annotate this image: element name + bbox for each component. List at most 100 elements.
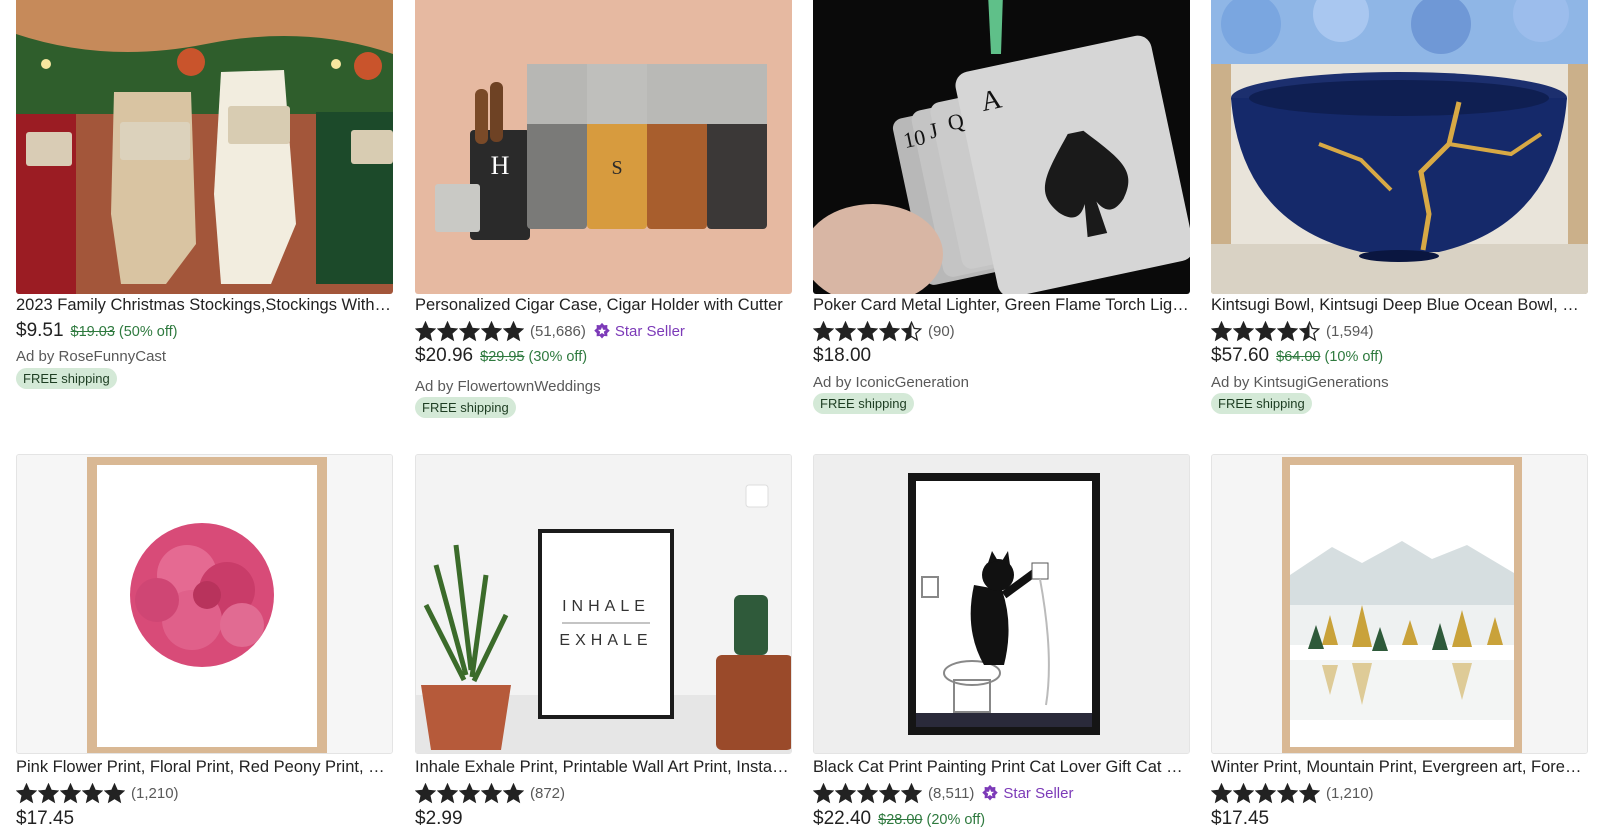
black-cat-print-image xyxy=(814,455,1189,753)
star-half-icon xyxy=(1299,320,1320,341)
star-seller-badge: Star Seller xyxy=(593,322,685,340)
rating-row: (90) xyxy=(813,320,955,342)
star-seller-icon xyxy=(594,322,610,339)
discount-percent: (50% off) xyxy=(118,324,178,340)
star-seller-label: Star Seller xyxy=(1003,784,1074,802)
price-row: $57.60 $64.00 (10% off) xyxy=(1211,345,1383,367)
product-image[interactable]: INHALE EXHALE xyxy=(415,454,792,754)
star-full-icon xyxy=(459,782,480,803)
product-title[interactable]: Poker Card Metal Lighter, Green Flame To… xyxy=(813,296,1190,315)
sale-price: $18.00 xyxy=(813,345,872,366)
svg-text:S: S xyxy=(611,157,622,179)
svg-text:H: H xyxy=(491,151,510,180)
star-full-icon xyxy=(901,782,922,803)
sale-price: $57.60 xyxy=(1211,345,1270,366)
review-count: (1,210) xyxy=(1326,784,1374,802)
ad-by-shop[interactable]: Ad by IconicGeneration xyxy=(813,374,969,391)
ad-by-shop[interactable]: Ad by FlowertownWeddings xyxy=(415,378,601,395)
review-count: (8,511) xyxy=(928,784,975,802)
review-count: (90) xyxy=(928,322,955,340)
kintsugi-bowl-image xyxy=(1211,0,1588,294)
star-full-icon xyxy=(459,320,480,341)
star-seller-icon xyxy=(982,784,999,801)
ad-by-shop[interactable]: Ad by KintsugiGenerations xyxy=(1211,374,1389,391)
product-title[interactable]: Winter Print, Mountain Print, Evergreen … xyxy=(1211,758,1588,777)
print-text-inhale: INHALE xyxy=(562,598,650,615)
star-seller-badge: Star Seller xyxy=(981,784,1073,802)
free-shipping-badge: FREE shipping xyxy=(813,393,914,414)
print-text-exhale: EXHALE xyxy=(559,632,653,649)
star-full-icon xyxy=(1233,320,1254,341)
rating-stars xyxy=(415,320,524,342)
star-full-icon xyxy=(1211,782,1232,803)
cigar-case-image: H S xyxy=(415,0,792,294)
rating-stars xyxy=(1211,320,1320,342)
price-row: $9.51 $19.03 (50% off) xyxy=(16,320,177,342)
product-title[interactable]: Pink Flower Print, Floral Print, Red Peo… xyxy=(16,758,393,777)
star-full-icon xyxy=(813,782,834,803)
rating-row: (1,210) xyxy=(16,782,179,804)
product-title[interactable]: Black Cat Print Painting Print Cat Lover… xyxy=(813,758,1190,777)
peony-print-image xyxy=(17,455,392,753)
star-full-icon xyxy=(437,320,458,341)
star-full-icon xyxy=(1211,320,1232,341)
star-full-icon xyxy=(481,320,502,341)
price-row: $22.40 $28.00 (20% off) xyxy=(813,808,985,828)
product-image[interactable]: A 10 J Q xyxy=(813,0,1190,294)
discount-percent: (30% off) xyxy=(528,349,588,365)
ad-by-shop[interactable]: Ad by RoseFunnyCast xyxy=(16,348,166,365)
product-image[interactable] xyxy=(1211,454,1588,754)
winter-mountain-print-image xyxy=(1212,455,1587,753)
review-count: (872) xyxy=(530,784,566,802)
product-image[interactable]: H S xyxy=(415,0,792,294)
product-image[interactable] xyxy=(1211,0,1588,294)
price-row: $20.96 $29.95 (30% off) xyxy=(415,345,587,367)
product-title[interactable]: Personalized Cigar Case, Cigar Holder wi… xyxy=(415,296,792,315)
product-title[interactable]: 2023 Family Christmas Stockings,Stocking… xyxy=(16,296,393,315)
sale-price: $17.45 xyxy=(1211,808,1270,828)
rating-stars xyxy=(813,320,922,342)
free-shipping-badge: FREE shipping xyxy=(1211,393,1312,414)
original-price: $28.00 xyxy=(878,812,923,828)
poker-card-lighter-image: A 10 J Q xyxy=(813,0,1190,294)
free-shipping-badge: FREE shipping xyxy=(415,397,516,418)
discount-percent: (10% off) xyxy=(1324,349,1384,365)
price-row: $18.00 xyxy=(813,345,871,367)
review-count: (51,686) xyxy=(530,322,586,340)
star-half-icon xyxy=(901,320,922,341)
star-full-icon xyxy=(1277,782,1298,803)
product-title[interactable]: Kintsugi Bowl, Kintsugi Deep Blue Ocean … xyxy=(1211,296,1588,315)
star-full-icon xyxy=(437,782,458,803)
rating-row: (8,511) Star Seller xyxy=(813,782,1073,804)
price-row: $2.99 xyxy=(415,808,463,828)
rating-row: (1,210) xyxy=(1211,782,1374,804)
star-full-icon xyxy=(503,320,524,341)
star-full-icon xyxy=(857,782,878,803)
original-price: $19.03 xyxy=(70,324,115,340)
product-title[interactable]: Inhale Exhale Print, Printable Wall Art … xyxy=(415,758,792,777)
review-count: (1,594) xyxy=(1326,322,1374,340)
star-full-icon xyxy=(503,782,524,803)
star-full-icon xyxy=(38,782,59,803)
star-seller-label: Star Seller xyxy=(614,322,685,340)
rating-row: (872) xyxy=(415,782,565,804)
star-full-icon xyxy=(879,782,900,803)
rating-stars xyxy=(16,782,125,804)
product-image[interactable] xyxy=(813,454,1190,754)
sale-price: $2.99 xyxy=(415,808,463,828)
product-image[interactable] xyxy=(16,0,393,294)
star-full-icon xyxy=(16,782,37,803)
star-full-icon xyxy=(104,782,125,803)
star-full-icon xyxy=(835,782,856,803)
star-full-icon xyxy=(82,782,103,803)
star-full-icon xyxy=(1255,782,1276,803)
star-full-icon xyxy=(857,320,878,341)
rating-stars xyxy=(1211,782,1320,804)
product-image[interactable] xyxy=(16,454,393,754)
star-full-icon xyxy=(879,320,900,341)
original-price: $29.95 xyxy=(480,349,525,365)
discount-percent: (20% off) xyxy=(926,812,986,828)
free-shipping-badge: FREE shipping xyxy=(16,368,117,389)
sale-price: $17.45 xyxy=(16,808,75,828)
star-full-icon xyxy=(415,782,436,803)
